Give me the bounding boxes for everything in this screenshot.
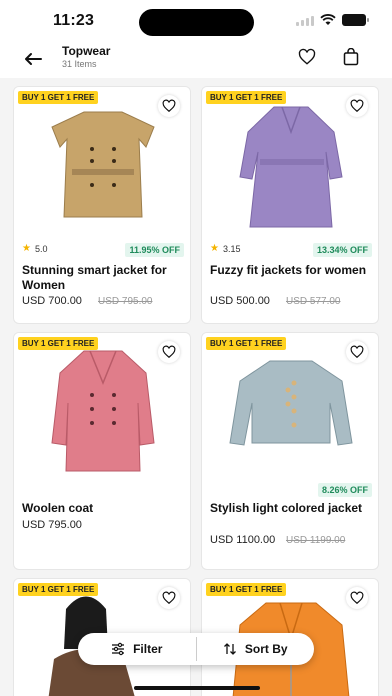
card-meta: 8.26% OFF (210, 483, 372, 497)
filter-sort-bar: Filter Sort By (78, 633, 314, 665)
wishlist-heart-icon[interactable] (298, 48, 316, 66)
discount-badge: 13.34% OFF (312, 243, 372, 257)
product-card[interactable]: BUY 1 GET 1 FREE 8.26% OFF Stylish light… (201, 332, 379, 570)
offer-badge: BUY 1 GET 1 FREE (206, 337, 287, 350)
original-price: USD 577.00 (286, 296, 341, 307)
card-heart-icon[interactable] (158, 95, 180, 117)
offer-badge: BUY 1 GET 1 FREE (18, 337, 99, 350)
card-heart-icon[interactable] (346, 341, 368, 363)
original-price: USD 795.00 (98, 296, 153, 307)
offer-badge: BUY 1 GET 1 FREE (18, 583, 99, 596)
rating-value: 3.15 (222, 243, 241, 254)
sort-icon (223, 643, 236, 655)
original-price: USD 1199.00 (286, 535, 346, 546)
sort-label: Sort By (244, 642, 288, 656)
product-card[interactable]: BUY 1 GET 1 FREE ★ 5.0 11.95% OFF Stunnin… (13, 86, 191, 324)
page-title: Topwear (62, 44, 111, 58)
status-bar: 11:23 (0, 0, 392, 44)
card-meta: ★ 3.15 13.34% OFF (210, 243, 372, 257)
home-indicator (134, 686, 260, 690)
star-icon: ★ (210, 243, 219, 254)
product-name: Stunning smart jacket for Women (22, 263, 167, 292)
product-name: Woolen coat (22, 501, 94, 515)
bag-icon[interactable] (343, 48, 359, 66)
rating: ★ 3.15 (210, 243, 241, 254)
card-heart-icon[interactable] (346, 587, 368, 609)
rating-value: 5.0 (34, 243, 48, 254)
card-meta: ★ 5.0 11.95% OFF (22, 243, 184, 257)
back-arrow-icon[interactable] (22, 48, 44, 70)
offer-badge: BUY 1 GET 1 FREE (206, 583, 287, 596)
sort-button[interactable]: Sort By (197, 633, 315, 665)
product-price: USD 700.00 (22, 295, 82, 307)
item-count: 31 Items (62, 59, 97, 69)
wifi-icon (320, 14, 336, 25)
filter-label: Filter (133, 642, 163, 656)
filter-button[interactable]: Filter (78, 633, 196, 665)
product-card[interactable]: BUY 1 GET 1 FREE ★ 3.15 13.34% OFF Fuzzy … (201, 86, 379, 324)
dynamic-island (139, 9, 254, 36)
top-header: Topwear 31 Items (0, 44, 392, 78)
battery-icon (342, 14, 369, 26)
product-card[interactable]: BUY 1 GET 1 FREE Woolen coat USD 795.00 (13, 332, 191, 570)
product-name: Fuzzy fit jackets for women (210, 263, 367, 277)
product-price: USD 500.00 (210, 295, 270, 307)
product-name: Stylish light colored jacket (210, 501, 363, 515)
star-icon: ★ (22, 243, 31, 254)
filter-icon (112, 642, 125, 656)
product-price: USD 1100.00 (210, 534, 276, 546)
discount-badge: 11.95% OFF (125, 243, 184, 257)
card-heart-icon[interactable] (346, 95, 368, 117)
product-price: USD 795.00 (22, 519, 82, 531)
status-icons (296, 14, 369, 26)
card-heart-icon[interactable] (158, 587, 180, 609)
signal-icon (296, 15, 314, 26)
rating: ★ 5.0 (22, 243, 47, 254)
offer-badge: BUY 1 GET 1 FREE (18, 91, 99, 104)
offer-badge: BUY 1 GET 1 FREE (206, 91, 287, 104)
discount-badge: 8.26% OFF (317, 483, 372, 497)
status-time: 11:23 (53, 12, 95, 29)
card-heart-icon[interactable] (158, 341, 180, 363)
